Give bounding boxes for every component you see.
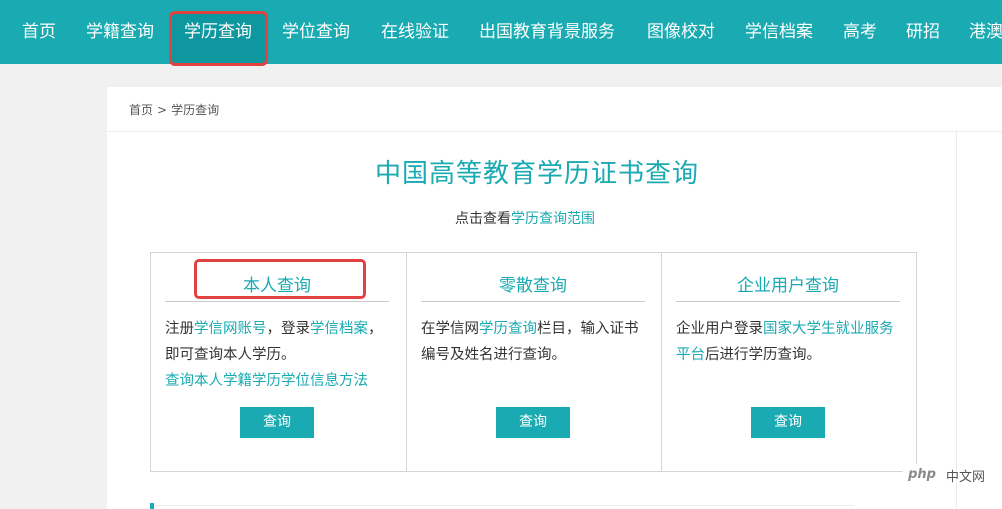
self-query-highlight [194,259,366,299]
chsi-account-link[interactable]: 学信网账号 [194,321,267,337]
nav-item-overseas-service[interactable]: 出国教育背景服务 [479,0,615,64]
nav-item-hk-macau[interactable]: 港澳 [969,0,1002,64]
nav-item-degree-record-query[interactable]: 学历查询 [184,0,252,64]
section-accent-bar [150,503,154,509]
individual-query-button[interactable]: 查询 [496,407,570,438]
watermark: php 中文网 [902,464,985,486]
nav-item-home[interactable]: 首页 [22,0,56,64]
card-divider [165,301,389,302]
nav-item-student-archive[interactable]: 学信档案 [745,0,813,64]
card-divider [676,301,900,302]
card-divider [421,301,645,302]
desc-text: ，登录 [266,321,311,337]
card-enterprise-query: 企业用户查询 企业用户登录国家大学生就业服务平台后进行学历查询。 查询 [661,253,916,471]
chsi-archive-link[interactable]: 学信档案 [310,321,368,337]
scope-prefix: 点击查看 [455,211,511,227]
nav-item-degree-query[interactable]: 学位查询 [282,0,350,64]
desc-text: 后进行学历查询。 [705,347,821,363]
self-query-method-link[interactable]: 查询本人学籍学历学位信息方法 [165,373,368,389]
degree-query-link[interactable]: 学历查询 [479,321,537,337]
breadcrumb: 首页 > 学历查询 [129,101,219,118]
card-title[interactable]: 企业用户查询 [676,271,900,296]
nav-item-enrollment-query[interactable]: 学籍查询 [86,0,154,64]
breadcrumb-home[interactable]: 首页 [129,103,153,117]
card-description: 企业用户登录国家大学生就业服务平台后进行学历查询。 [676,316,906,368]
section-divider [154,505,854,506]
page-title: 中国高等教育学历证书查询 [375,159,700,189]
desc-text: 企业用户登录 [676,321,763,337]
card-description: 在学信网学历查询栏目，输入证书编号及姓名进行查询。 [421,316,651,368]
top-nav: 首页 学籍查询 学历查询 学位查询 在线验证 出国教育背景服务 图像校对 学信档… [0,0,1002,66]
nav-item-online-verify[interactable]: 在线验证 [381,0,449,64]
enterprise-query-button[interactable]: 查询 [751,407,825,438]
watermark-text: 中文网 [946,469,986,485]
self-query-button[interactable]: 查询 [240,407,314,438]
breadcrumb-separator: > [157,103,168,117]
breadcrumb-divider [107,131,1002,132]
sidebar-divider [956,131,957,509]
nav-item-gaokao[interactable]: 高考 [843,0,877,64]
desc-text: 注册 [165,321,194,337]
scope-link[interactable]: 学历查询范围 [511,211,595,227]
card-title[interactable]: 零散查询 [421,271,645,296]
query-scope: 点击查看学历查询范围 [455,208,595,228]
card-individual-query: 零散查询 在学信网学历查询栏目，输入证书编号及姓名进行查询。 查询 [406,253,661,471]
php-logo-icon: php [902,464,942,486]
desc-text: 在学信网 [421,321,479,337]
nav-item-graduate-admission[interactable]: 研招 [906,0,940,64]
card-description: 注册学信网账号，登录学信档案，即可查询本人学历。 查询本人学籍学历学位信息方法 [165,316,395,394]
breadcrumb-current: 学历查询 [171,103,220,117]
nav-item-photo-check[interactable]: 图像校对 [647,0,715,64]
